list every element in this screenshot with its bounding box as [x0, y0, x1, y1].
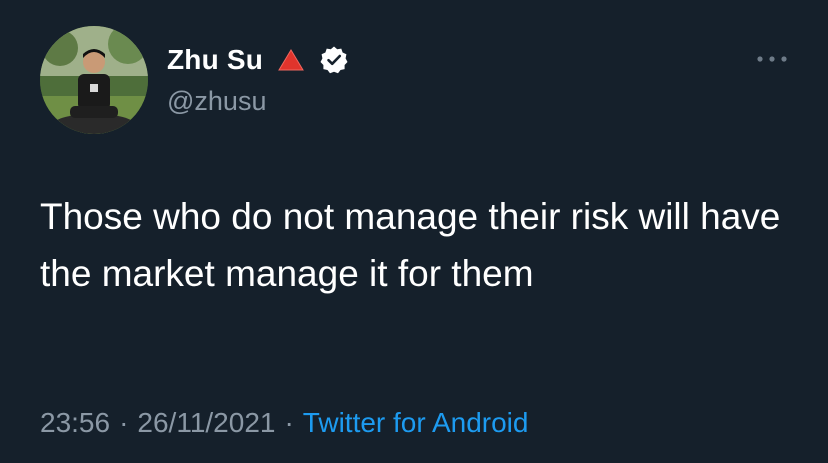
tweet-source-link[interactable]: Twitter for Android	[303, 407, 529, 439]
meta-separator: ·	[119, 407, 129, 438]
user-handle[interactable]: @zhusu	[167, 86, 266, 117]
tweet-text: Those who do not manage their risk will …	[40, 196, 781, 294]
name-row: Zhu Su	[167, 40, 349, 80]
red-triangle-icon	[277, 48, 305, 72]
tweet-meta: 23:56 · 26/11/2021 · Twitter for Android	[40, 407, 528, 439]
meta-separator: ·	[284, 407, 294, 438]
more-options-icon	[755, 50, 789, 68]
verified-badge-icon	[319, 45, 349, 75]
more-options-button[interactable]	[752, 44, 792, 74]
display-name[interactable]: Zhu Su	[167, 44, 263, 76]
tweet-date[interactable]: 26/11/2021	[137, 407, 275, 439]
tweet-card: Zhu Su @zhusu Those who do not manage th…	[0, 0, 828, 463]
avatar[interactable]	[40, 26, 148, 134]
tweet-time[interactable]: 23:56	[40, 407, 110, 439]
